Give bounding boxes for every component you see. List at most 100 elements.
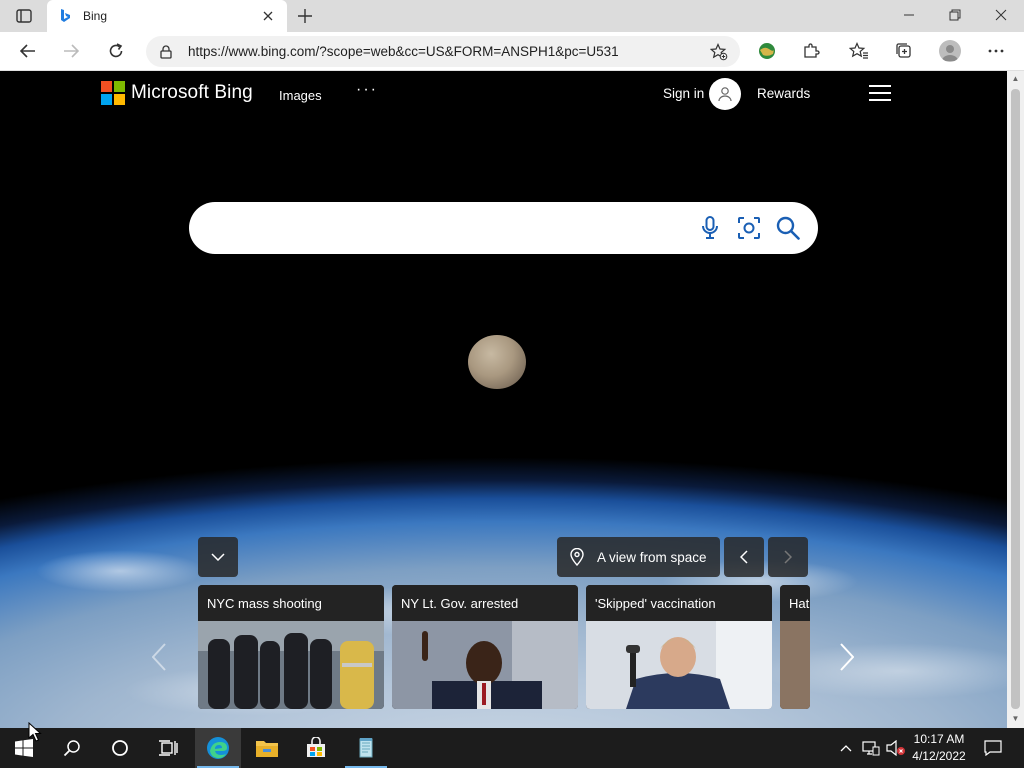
hamburger-menu-icon[interactable] [869,85,891,103]
notepad-icon [359,738,373,758]
taskbar-search-button[interactable] [49,728,95,768]
previous-image-button[interactable] [724,537,764,577]
clock-time: 10:17 AM [913,732,965,746]
taskbar-store-app[interactable] [293,728,339,768]
moon-image [468,335,526,389]
forward-button[interactable] [58,38,84,64]
chevron-up-icon [840,745,852,752]
file-explorer-folder-icon [256,741,278,757]
back-arrow-icon [20,44,35,58]
news-card[interactable]: Hat [780,585,810,709]
chevron-left-icon [740,550,748,564]
profile-avatar-icon [939,40,961,62]
news-card-image [198,621,384,709]
news-card[interactable]: NYC mass shooting [198,585,384,709]
close-tab-icon[interactable] [259,7,277,25]
network-icon [862,741,880,756]
back-button[interactable] [15,38,41,64]
microsoft-bing-logo[interactable]: Microsoft Bing [101,81,253,105]
new-tab-button[interactable] [294,5,316,27]
page-scrollbar[interactable]: ▲ ▼ [1007,71,1024,728]
collapse-feed-button[interactable] [198,537,238,577]
tab-bing[interactable]: Bing [47,0,287,32]
sign-in-avatar-icon[interactable] [709,78,741,110]
news-card-image [780,621,810,709]
refresh-icon [109,43,123,58]
browser-toolbar: https://www.bing.com/?scope=web&cc=US&FO… [0,32,1024,71]
collections-button[interactable] [891,38,917,64]
tab-actions-button[interactable] [8,6,40,26]
visual-search-icon[interactable] [736,215,762,241]
microsoft-logo-icon [101,81,125,105]
profile-button[interactable] [937,38,963,64]
news-card-title: 'Skipped' vaccination [586,585,772,621]
next-image-button[interactable] [768,537,808,577]
more-horizontal-icon [988,49,1004,53]
restore-icon [949,9,961,21]
microsoft-store-icon [307,737,325,757]
scrollbar-thumb[interactable] [1011,89,1020,709]
taskbar-notepad-app[interactable] [343,728,389,768]
bing-favicon-icon [61,9,70,22]
news-card-image [586,621,772,709]
chevron-right-icon [784,550,792,564]
lock-icon[interactable] [156,42,176,62]
url-text[interactable]: https://www.bing.com/?scope=web&cc=US&FO… [188,44,708,59]
add-favorite-icon[interactable] [708,41,730,63]
logo-red-square [101,81,112,92]
rewards-link[interactable]: Rewards [757,86,810,101]
chevron-down-icon [211,553,225,561]
collections-icon [896,43,911,58]
settings-more-button[interactable] [983,38,1009,64]
edge-browser-icon [207,737,229,759]
extension-globe-button[interactable] [754,38,780,64]
logo-green-square [114,81,125,92]
show-hidden-icons-button[interactable] [836,728,856,768]
taskbar-file-explorer-app[interactable] [244,728,290,768]
cortana-button[interactable] [97,728,143,768]
location-label: A view from space [597,549,707,565]
close-window-button[interactable] [988,4,1014,26]
extensions-button[interactable] [798,38,824,64]
task-view-icon [159,740,178,756]
news-card[interactable]: 'Skipped' vaccination [586,585,772,709]
task-view-button[interactable] [145,728,191,768]
minimize-button[interactable] [896,4,922,26]
logo-blue-square [101,94,112,105]
logo-text: Microsoft Bing [131,82,253,103]
search-input[interactable] [209,215,689,241]
microphone-icon[interactable] [697,215,723,241]
news-card[interactable]: NY Lt. Gov. arrested [392,585,578,709]
carousel-next-button[interactable] [834,639,860,675]
carousel-chevron-right-icon [840,643,854,671]
scroll-up-icon[interactable]: ▲ [1011,74,1020,84]
network-button[interactable] [859,728,883,768]
taskbar-clock[interactable]: 10:17 AM 4/12/2022 [905,731,973,765]
favorites-button[interactable] [846,38,872,64]
images-link[interactable]: Images [279,88,322,103]
minimize-icon [904,14,914,16]
restore-button[interactable] [942,4,968,26]
search-icon[interactable] [775,215,801,241]
carousel-chevron-left-icon [152,643,166,671]
taskbar-search-icon [63,740,80,757]
news-card-title: NYC mass shooting [198,585,384,621]
logo-yellow-square [114,94,125,105]
sign-in-link[interactable]: Sign in [663,86,704,101]
action-center-icon [984,740,1002,756]
refresh-button[interactable] [103,38,129,64]
more-nav-link[interactable]: ··· [356,81,378,99]
carousel-prev-button[interactable] [146,639,172,675]
windows-taskbar: 10:17 AM 4/12/2022 [0,728,1024,768]
browser-tab-bar: Bing [0,0,1024,32]
taskbar-edge-app[interactable] [195,728,241,768]
volume-muted-icon [886,740,905,756]
address-bar[interactable]: https://www.bing.com/?scope=web&cc=US&FO… [146,36,740,67]
mouse-cursor-icon [28,722,42,742]
forward-arrow-icon [64,44,79,58]
scroll-down-icon[interactable]: ▼ [1011,714,1020,724]
news-card-title: Hat [780,585,810,621]
plus-icon [298,9,312,23]
image-location-button[interactable]: A view from space [557,537,720,577]
notifications-button[interactable] [978,728,1008,768]
